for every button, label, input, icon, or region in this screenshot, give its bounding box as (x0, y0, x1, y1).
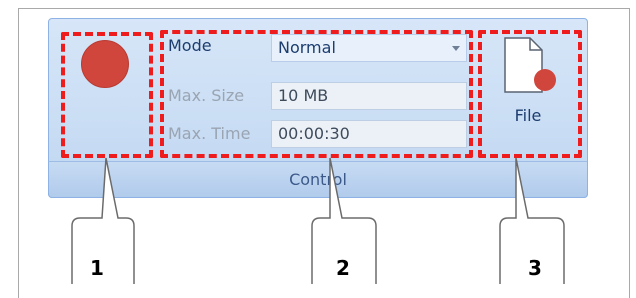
callout-number-1: 1 (90, 256, 104, 280)
callout-layer (71, 157, 565, 284)
callout-number-3: 3 (528, 256, 542, 280)
callout-number-2: 2 (336, 256, 350, 280)
